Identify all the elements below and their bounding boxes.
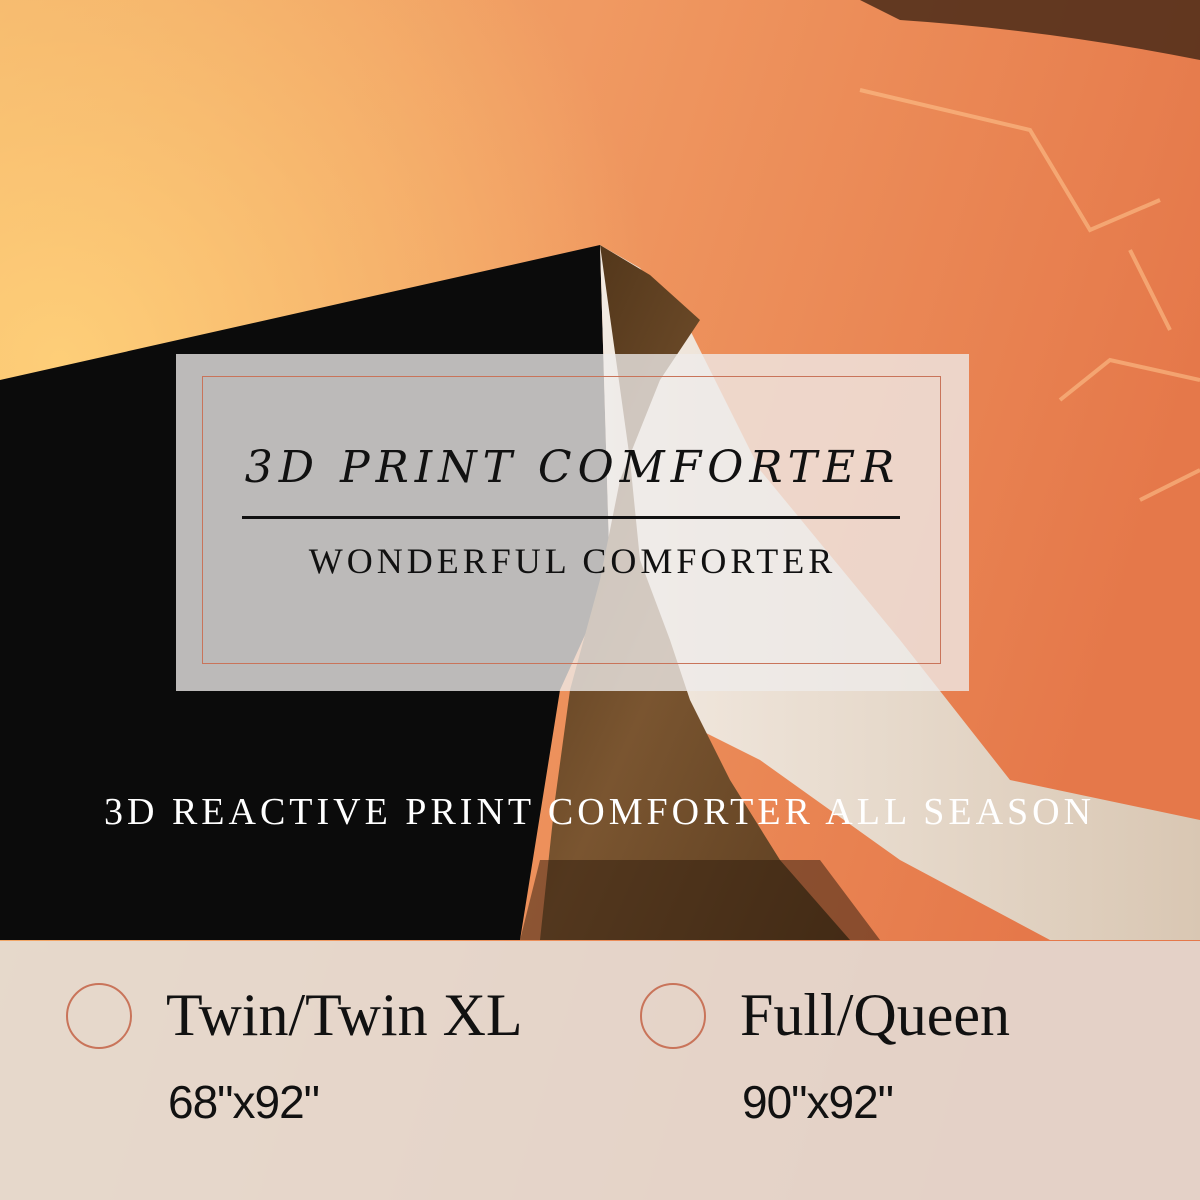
- title-card: 3D PRINT COMFORTER WONDERFUL COMFORTER: [176, 354, 969, 691]
- product-image: 3D PRINT COMFORTER WONDERFUL COMFORTER 3…: [0, 0, 1200, 1200]
- size-option-full[interactable]: Full/Queen 90"x92": [640, 941, 1160, 1200]
- title-frame: [202, 376, 941, 664]
- subhead: WONDERFUL COMFORTER: [308, 541, 837, 581]
- size-name: Full/Queen: [740, 982, 1010, 1048]
- title-divider: [242, 516, 900, 519]
- radio-icon[interactable]: [640, 983, 706, 1049]
- size-dimensions: 90"x92": [742, 1076, 894, 1128]
- size-dimensions: 68"x92": [168, 1076, 320, 1128]
- radio-icon[interactable]: [66, 983, 132, 1049]
- size-option-twin[interactable]: Twin/Twin XL 68"x92": [66, 941, 586, 1200]
- tagline: 3D REACTIVE PRINT COMFORTER ALL SEASON: [104, 791, 1096, 833]
- size-name: Twin/Twin XL: [166, 982, 523, 1048]
- size-options: Twin/Twin XL 68"x92" Full/Queen 90"x92": [0, 941, 1200, 1200]
- brown-shadow: [520, 860, 880, 940]
- headline: 3D PRINT COMFORTER: [244, 442, 901, 493]
